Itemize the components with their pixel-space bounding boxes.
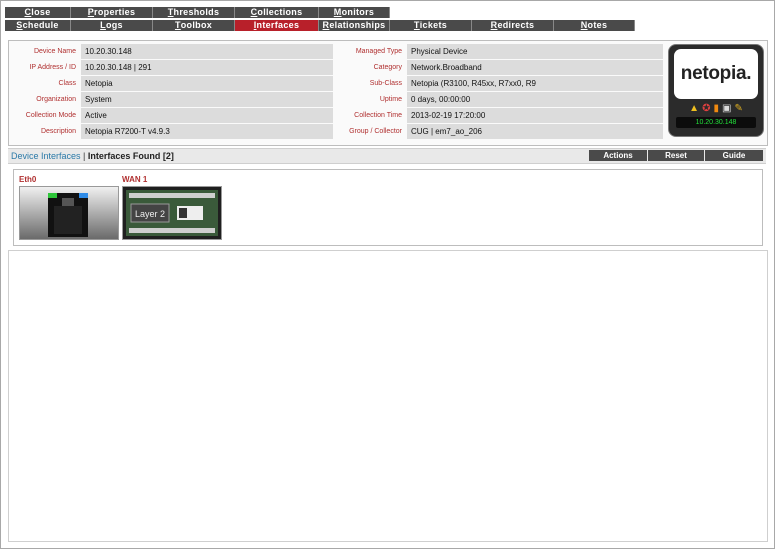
interfaces-found-count: Interfaces Found [2] bbox=[87, 151, 174, 161]
tab-toolbox[interactable]: Toolbox bbox=[153, 20, 235, 31]
tab-relationships[interactable]: Relationships bbox=[319, 20, 390, 31]
device-info-left: Device Name 10.20.30.148 IP Address / ID 1… bbox=[9, 44, 333, 140]
tab-collections[interactable]: Collections bbox=[235, 7, 319, 18]
info-label: Collection Time bbox=[354, 112, 402, 119]
device-info-panel: Device Name 10.20.30.148 IP Address / ID 1… bbox=[8, 40, 768, 146]
info-label: Managed Type bbox=[355, 48, 402, 55]
tab-row-1: Close Properties Thresholds Collections … bbox=[5, 7, 390, 18]
info-value: 0 days, 00:00:00 bbox=[407, 92, 663, 107]
info-value: Network.Broadband bbox=[407, 60, 663, 75]
info-label: Collection Mode bbox=[25, 112, 76, 119]
device-info-right: Managed Type Physical Device Category Netw… bbox=[335, 44, 663, 140]
tab-notes[interactable]: Notes bbox=[554, 20, 635, 31]
info-label: Description bbox=[40, 128, 76, 135]
netopia-logo: netopia. bbox=[674, 49, 758, 99]
printer-icon[interactable]: ▣ bbox=[722, 103, 731, 114]
info-label: IP Address / ID bbox=[29, 64, 76, 71]
info-value: Physical Device bbox=[407, 44, 663, 59]
info-row: IP Address / ID 10.20.30.148 | 291 bbox=[9, 60, 333, 75]
interface-item-wan1[interactable]: WAN 1 Layer 2 bbox=[122, 174, 222, 240]
tab-monitors[interactable]: Monitors bbox=[319, 7, 390, 18]
tab-interfaces[interactable]: Interfaces bbox=[235, 20, 319, 31]
info-value: Netopia (R3100, R45xx, R7xx0, R9 bbox=[407, 76, 663, 91]
tab-thresholds[interactable]: Thresholds bbox=[153, 7, 235, 18]
interface-name[interactable]: Eth0 bbox=[19, 174, 119, 186]
interfaces-header: Device Interfaces | Interfaces Found [2]… bbox=[8, 148, 766, 164]
info-value: Active bbox=[81, 108, 333, 123]
info-row: Collection Time 2013-02-19 17:20:00 bbox=[335, 108, 663, 123]
info-row: Class Netopia bbox=[9, 76, 333, 91]
lifebuoy-icon[interactable]: ✪ bbox=[702, 103, 710, 114]
tab-properties[interactable]: Properties bbox=[71, 7, 153, 18]
device-toolbar: ▲ ✪ ▮ ▣ ✎ bbox=[675, 101, 757, 115]
signal-bars-icon[interactable]: ▮ bbox=[713, 103, 719, 114]
info-row: Category Network.Broadband bbox=[335, 60, 663, 75]
main-content-area bbox=[8, 250, 768, 542]
interface-item-eth0[interactable]: Eth0 bbox=[19, 174, 119, 240]
info-value: CUG | em7_ao_206 bbox=[407, 124, 663, 139]
info-row: Managed Type Physical Device bbox=[335, 44, 663, 59]
info-label: Class bbox=[58, 80, 76, 87]
info-row: Collection Mode Active bbox=[9, 108, 333, 123]
info-value: Netopia R7200-T v4.9.3 bbox=[81, 124, 333, 139]
tab-close[interactable]: Close bbox=[5, 7, 71, 18]
device-ip-display: 10.20.30.148 bbox=[676, 117, 756, 128]
device-interfaces-link[interactable]: Device Interfaces bbox=[11, 151, 81, 161]
info-label: Sub-Class bbox=[369, 80, 402, 87]
info-label: Group / Collector bbox=[349, 128, 402, 135]
reset-button[interactable]: Reset bbox=[648, 150, 704, 161]
info-label: Organization bbox=[36, 96, 76, 103]
warning-icon[interactable]: ▲ bbox=[689, 103, 699, 114]
interfaces-panel: Eth0 WAN 1 Layer 2 bbox=[13, 169, 763, 246]
tab-logs[interactable]: Logs bbox=[71, 20, 153, 31]
info-row: Uptime 0 days, 00:00:00 bbox=[335, 92, 663, 107]
info-row: Sub-Class Netopia (R3100, R45xx, R7xx0, R… bbox=[335, 76, 663, 91]
layer2-label: Layer 2 bbox=[135, 209, 165, 219]
info-row: Description Netopia R7200-T v4.9.3 bbox=[9, 124, 333, 139]
ethernet-port-icon[interactable] bbox=[19, 186, 119, 240]
wrench-icon[interactable]: ✎ bbox=[734, 103, 742, 114]
info-row: Organization System bbox=[9, 92, 333, 107]
info-label: Category bbox=[373, 64, 402, 71]
info-value: 10.20.30.148 bbox=[81, 44, 333, 59]
info-value: 10.20.30.148 | 291 bbox=[81, 60, 333, 75]
device-card: netopia. ▲ ✪ ▮ ▣ ✎ 10.20.30.148 bbox=[668, 44, 764, 137]
tab-tickets[interactable]: Tickets bbox=[390, 20, 472, 31]
info-row: Device Name 10.20.30.148 bbox=[9, 44, 333, 59]
info-value: System bbox=[81, 92, 333, 107]
tab-row-2: Schedule Logs Toolbox Interfaces Relatio… bbox=[5, 20, 635, 31]
tab-redirects[interactable]: Redirects bbox=[472, 20, 554, 31]
guide-button[interactable]: Guide bbox=[705, 150, 763, 161]
interfaces-title: Device Interfaces | Interfaces Found [2] bbox=[11, 150, 174, 162]
circuit-board-icon[interactable]: Layer 2 bbox=[122, 186, 222, 240]
info-row: Group / Collector CUG | em7_ao_206 bbox=[335, 124, 663, 139]
info-value: 2013-02-19 17:20:00 bbox=[407, 108, 663, 123]
title-separator: | bbox=[80, 151, 88, 161]
info-label: Uptime bbox=[379, 96, 402, 103]
actions-button[interactable]: Actions bbox=[589, 150, 647, 161]
info-label: Device Name bbox=[33, 48, 76, 55]
info-value: Netopia bbox=[81, 76, 333, 91]
interface-name[interactable]: WAN 1 bbox=[122, 174, 222, 186]
tab-schedule[interactable]: Schedule bbox=[5, 20, 71, 31]
